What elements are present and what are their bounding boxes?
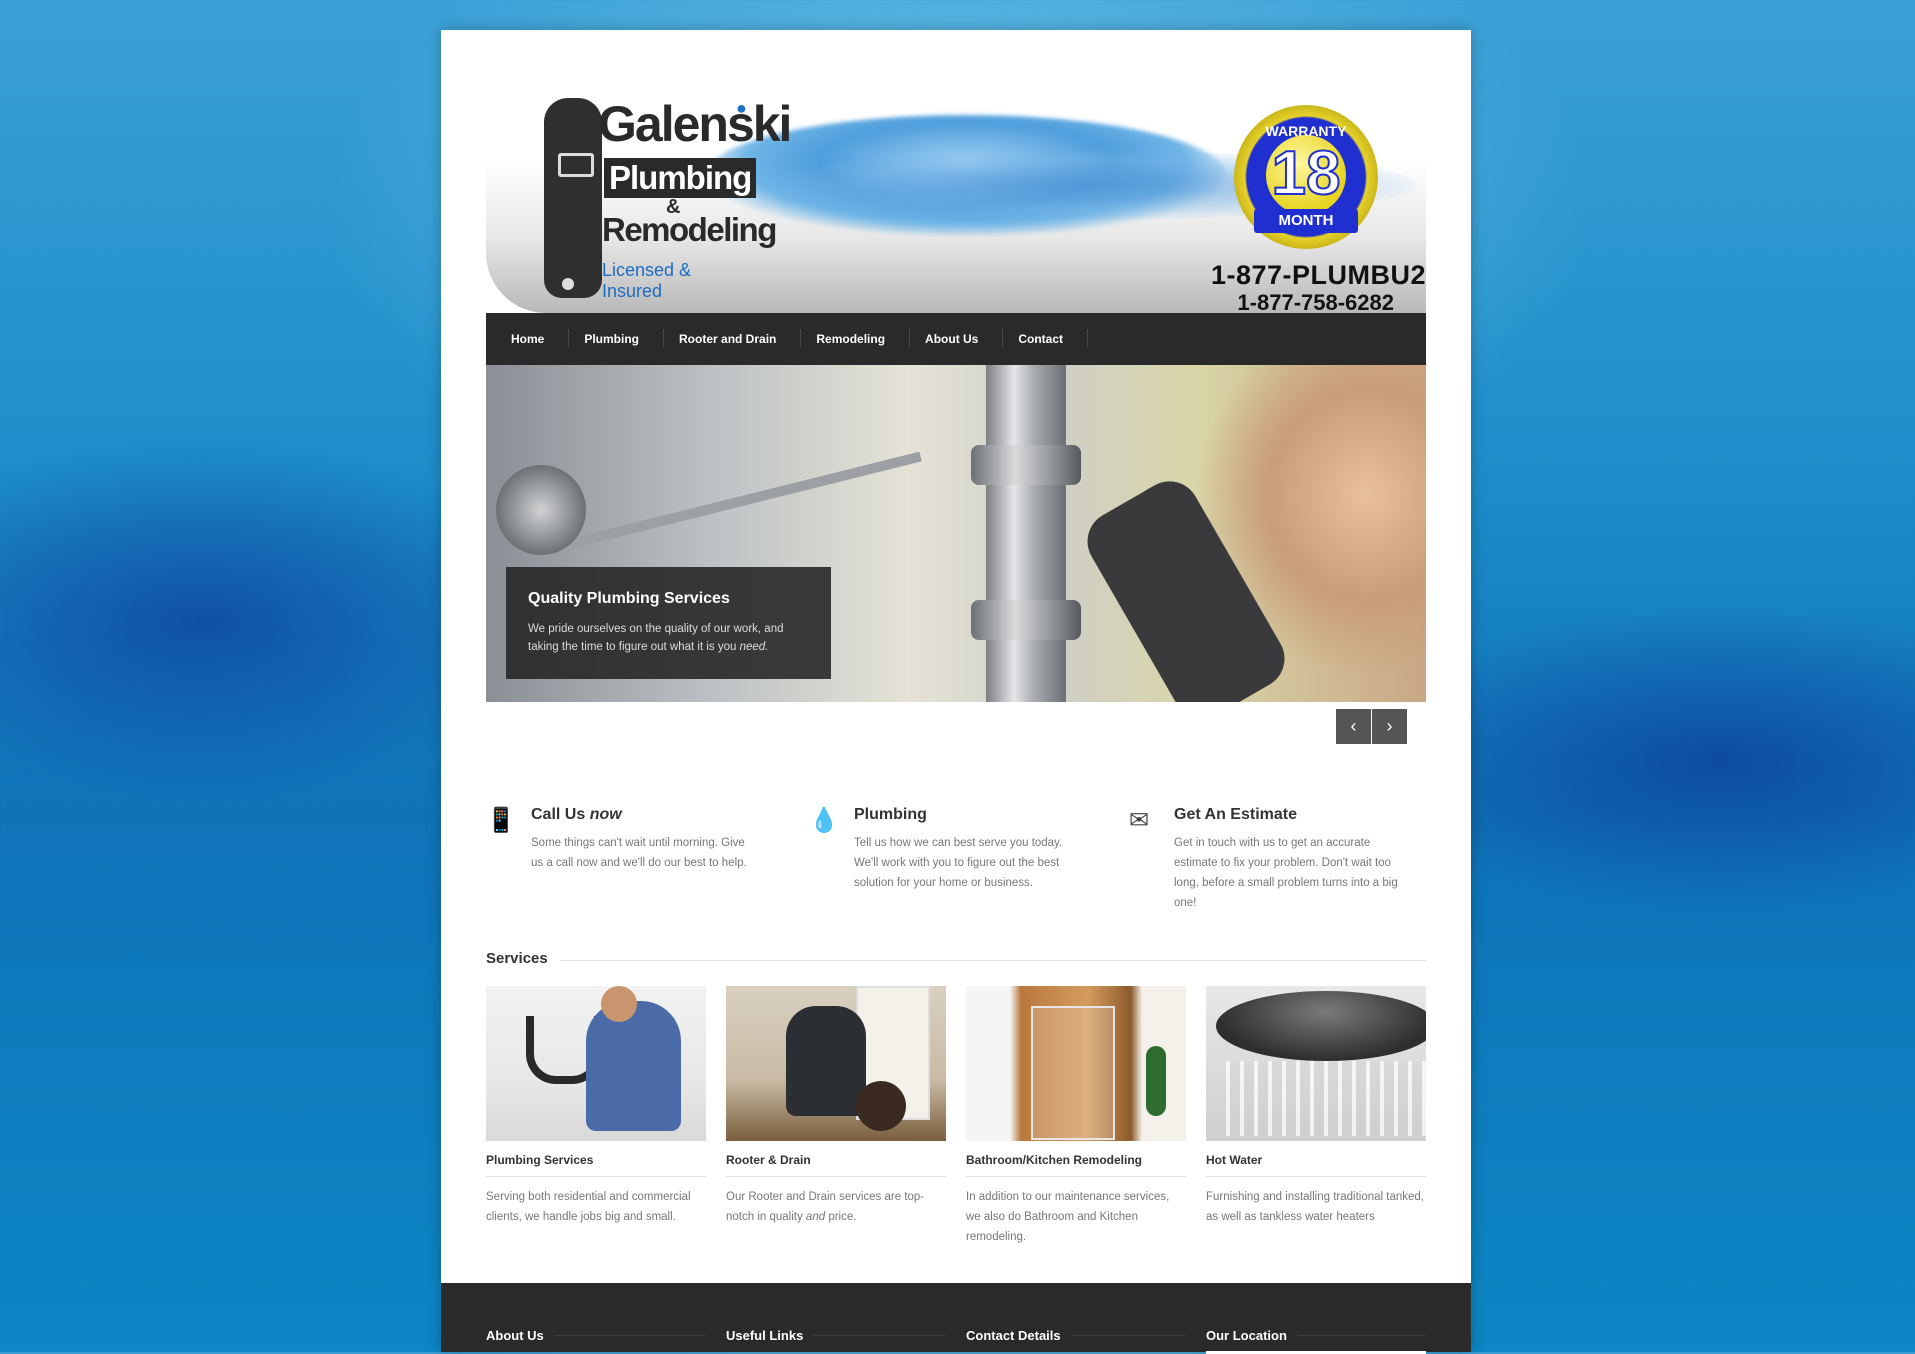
- service-title[interactable]: Hot Water: [1206, 1153, 1426, 1177]
- footer-heading: Useful Links: [726, 1328, 814, 1343]
- hero-rod: [570, 451, 922, 549]
- slide-text: We pride ourselves on the quality of our…: [528, 620, 809, 656]
- image-shower-head: [1216, 991, 1426, 1061]
- footer-col-location: Our Location: [1206, 1327, 1426, 1354]
- service-card-remodeling[interactable]: Bathroom/Kitchen Remodeling In addition …: [966, 986, 1186, 1247]
- services-rule: [486, 960, 1426, 961]
- image-drain-machine: [856, 1081, 906, 1131]
- service-card-rooter[interactable]: Rooter & Drain Our Rooter and Drain serv…: [726, 986, 946, 1227]
- feature-title-text: Get An Estimate: [1174, 806, 1297, 823]
- feature-title-emphasis: now: [589, 806, 622, 823]
- site-header: ● Galenski Plumbing & Remodeling License…: [486, 60, 1426, 315]
- chevron-left-icon: ‹: [1350, 716, 1357, 736]
- logo-remodeling: Remodeling: [602, 211, 777, 248]
- services-heading: Services: [486, 950, 560, 967]
- envelope-icon: ✉: [1129, 807, 1150, 834]
- footer-col-links: Useful Links: [726, 1327, 946, 1345]
- main-nav: Home Plumbing Rooter and Drain Remodelin…: [486, 313, 1426, 365]
- service-title[interactable]: Plumbing Services: [486, 1153, 706, 1177]
- hero-slider[interactable]: Quality Plumbing Services We pride ourse…: [486, 365, 1426, 702]
- feature-title: Call Us now: [531, 806, 756, 824]
- features-row: 📱 Call Us now Some things can't wait unt…: [486, 806, 1426, 936]
- image-plant: [1146, 1046, 1166, 1116]
- service-text-emphasis: and: [805, 1211, 826, 1223]
- feature-plumbing: 💧 Plumbing Tell us how we can best serve…: [809, 806, 1079, 893]
- phone-vanity[interactable]: 1-877-PLUMBU2: [1211, 260, 1426, 291]
- feature-call-us: 📱 Call Us now Some things can't wait unt…: [486, 806, 756, 873]
- feature-estimate: ✉ Get An Estimate Get in touch with us t…: [1129, 806, 1399, 913]
- site-logo[interactable]: ● Galenski Plumbing & Remodeling License…: [544, 98, 792, 308]
- page-container: ● Galenski Plumbing & Remodeling License…: [441, 30, 1471, 1354]
- slider-next-button[interactable]: ›: [1372, 709, 1407, 744]
- warranty-badge: WARRANTY 18 MONTH: [1234, 105, 1378, 249]
- hero-pipe-fitting-2: [971, 600, 1081, 640]
- feature-text: Get in touch with us to get an accurate …: [1174, 837, 1398, 909]
- footer-col-contact: Contact Details: [966, 1327, 1186, 1345]
- service-text-after: price.: [828, 1211, 857, 1223]
- footer-heading: Contact Details: [966, 1328, 1071, 1343]
- service-image-plumbing[interactable]: [486, 986, 706, 1141]
- logo-name: Galenski: [598, 96, 792, 152]
- nav-item-remodeling[interactable]: Remodeling: [801, 329, 910, 347]
- hero-pipe-fitting: [971, 445, 1081, 485]
- badge-ribbon: MONTH: [1254, 209, 1358, 233]
- slide-title: Quality Plumbing Services: [528, 590, 730, 607]
- service-image-rooter[interactable]: [726, 986, 946, 1141]
- chevron-right-icon: ›: [1386, 716, 1393, 736]
- image-worker: [786, 1006, 866, 1116]
- service-title[interactable]: Rooter & Drain: [726, 1153, 946, 1177]
- badge-number: 18: [1271, 138, 1342, 209]
- image-worker: [586, 1001, 681, 1131]
- service-text: In addition to our maintenance services,…: [966, 1191, 1170, 1243]
- nav-item-rooter-and-drain[interactable]: Rooter and Drain: [664, 329, 802, 347]
- slider-controls: ‹ ›: [486, 709, 1426, 745]
- service-text: Furnishing and installing traditional ta…: [1206, 1191, 1424, 1223]
- nav-item-contact[interactable]: Contact: [1003, 329, 1088, 347]
- feature-title: Plumbing: [854, 806, 1079, 824]
- feature-text: Tell us how we can best serve you today.…: [854, 837, 1063, 889]
- nav-item-home[interactable]: Home: [496, 329, 570, 347]
- logo-plumbing: Plumbing: [604, 158, 757, 198]
- logo-tagline: Licensed & Insured: [602, 260, 692, 301]
- footer-col-about: About Us: [486, 1327, 706, 1345]
- image-shower-glass: [1031, 1006, 1115, 1140]
- footer-heading: About Us: [486, 1328, 554, 1343]
- water-drops-icon: 💧: [809, 807, 839, 834]
- slider-prev-button[interactable]: ‹: [1336, 709, 1371, 744]
- service-text: Serving both residential and commercial …: [486, 1191, 691, 1223]
- image-worker-head: [601, 986, 637, 1022]
- site-footer: About Us Useful Links Contact Details Ou…: [441, 1283, 1471, 1354]
- phone-icon: 📱: [486, 807, 516, 834]
- nav-item-plumbing[interactable]: Plumbing: [569, 329, 664, 347]
- image-water-spray: [1226, 1061, 1426, 1136]
- badge-top-text: WARRANTY: [1265, 123, 1347, 139]
- feature-title: Get An Estimate: [1174, 806, 1399, 824]
- hero-valve: [496, 465, 586, 555]
- service-text: Our Rooter and Drain services are top-no…: [726, 1187, 946, 1227]
- service-text-body: Our Rooter and Drain services are top-no…: [726, 1191, 925, 1223]
- feature-title-text: Plumbing: [854, 806, 927, 823]
- nav-item-about-us[interactable]: About Us: [910, 329, 1004, 347]
- slide-caption: Quality Plumbing Services We pride ourse…: [506, 567, 831, 679]
- hero-pipe: [986, 365, 1066, 702]
- service-card-plumbing[interactable]: Plumbing Services Serving both residenti…: [486, 986, 706, 1227]
- services-heading-row: Services: [486, 950, 1426, 970]
- hero-wrench: [1076, 470, 1296, 702]
- service-image-hot-water[interactable]: [1206, 986, 1426, 1141]
- slide-text-emphasis: need.: [739, 641, 769, 653]
- service-image-remodeling[interactable]: [966, 986, 1186, 1141]
- footer-heading: Our Location: [1206, 1328, 1297, 1343]
- feature-text: Some things can't wait until morning. Gi…: [531, 837, 747, 869]
- service-title[interactable]: Bathroom/Kitchen Remodeling: [966, 1153, 1186, 1177]
- wrench-icon: [544, 98, 602, 298]
- service-card-hot-water[interactable]: Hot Water Furnishing and installing trad…: [1206, 986, 1426, 1227]
- feature-title-text: Call Us: [531, 806, 586, 823]
